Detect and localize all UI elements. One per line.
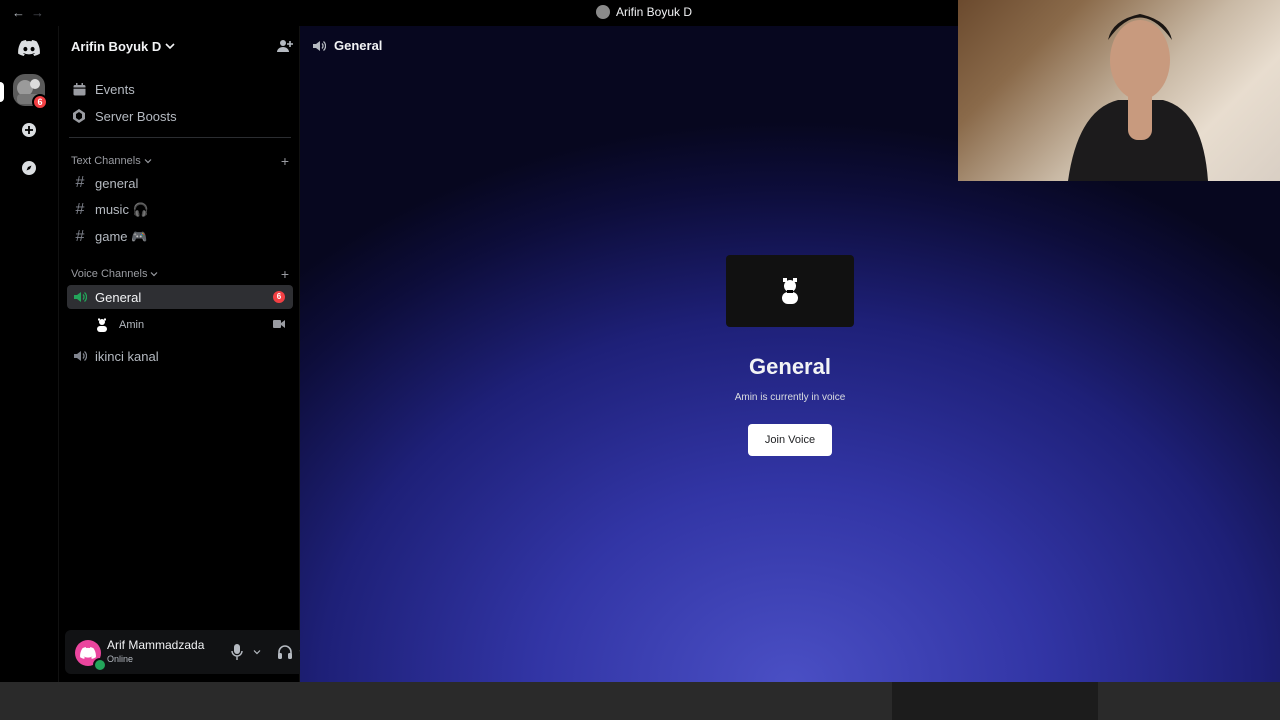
create-channel-plus-icon[interactable]: + [281, 266, 289, 282]
category-text-channels[interactable]: Text Channels + [71, 153, 289, 169]
sidebar-item-label: Events [95, 81, 135, 97]
hashtag-icon: # [75, 174, 85, 191]
channel-label: general [95, 175, 139, 191]
active-server-indicator [0, 82, 4, 102]
chevron-down-icon [144, 159, 152, 164]
camera-icon [273, 320, 285, 328]
webcam-overlay [958, 0, 1280, 181]
channel-label: General [95, 289, 142, 305]
server-rail: 6 [0, 26, 58, 682]
discord-home-icon[interactable] [13, 32, 45, 64]
hashtag-icon: # [75, 228, 85, 245]
microphone-icon[interactable] [231, 642, 243, 662]
channel-header: General [312, 38, 382, 53]
join-voice-button[interactable]: Join Voice [748, 424, 832, 456]
window-title: Arifin Boyuk D [596, 5, 692, 19]
voice-channel-ikinci-kanal[interactable]: ikinci kanal [67, 344, 293, 368]
sidebar-item-events[interactable]: Events [67, 77, 293, 101]
speaker-icon [73, 349, 87, 363]
channel-label: music 🎧 [95, 202, 149, 217]
online-status-dot [93, 658, 107, 672]
user-status: Online [107, 654, 134, 664]
hashtag-icon: # [75, 201, 85, 218]
sidebar-item-label: Server Boosts [95, 108, 177, 124]
create-channel-plus-icon[interactable]: + [281, 153, 289, 169]
invite-people-icon[interactable] [277, 38, 293, 54]
forward-arrow-icon[interactable]: → [31, 5, 50, 20]
speaker-icon [73, 290, 87, 304]
server-mention-badge: 6 [32, 94, 48, 110]
sidebar-item-server-boosts[interactable]: Server Boosts [67, 104, 293, 128]
channel-music[interactable]: # music 🎧 [67, 198, 293, 222]
add-server-icon[interactable] [13, 114, 45, 146]
member-name: Amin [119, 319, 145, 331]
bottom-bar-shadow [892, 682, 1098, 720]
channel-label: ikinci kanal [95, 348, 159, 364]
voice-subtitle: Amin is currently in voice [734, 392, 846, 403]
chevron-down-icon[interactable] [253, 642, 261, 662]
channel-sidebar: Arifin Boyuk D Events Server Boosts Text… [58, 26, 353, 682]
server-icon[interactable]: 6 [13, 74, 48, 110]
avatar [782, 278, 798, 304]
window-title-text: Arifin Boyuk D [616, 5, 693, 19]
server-avatar-icon [596, 5, 610, 19]
calendar-icon [71, 82, 87, 96]
webcam-person-image [1068, 14, 1208, 181]
headphones-icon[interactable] [277, 642, 293, 662]
channel-header-title: General [334, 38, 383, 53]
sidebar-divider [69, 137, 291, 138]
category-voice-channels[interactable]: Voice Channels + [71, 266, 289, 282]
user-name[interactable]: Arif Mammadzada [107, 638, 204, 652]
channel-general[interactable]: # general [67, 171, 293, 195]
server-name-text: Arifin Boyuk D [71, 38, 162, 54]
server-name[interactable]: Arifin Boyuk D [71, 39, 175, 54]
speaker-icon [313, 40, 326, 51]
back-arrow-icon[interactable]: ← [12, 5, 31, 20]
server-header[interactable]: Arifin Boyuk D [71, 38, 293, 54]
category-label: Voice Channels [71, 268, 148, 280]
bottom-bar [0, 682, 1280, 720]
explore-icon[interactable] [13, 152, 45, 184]
voice-title: General [749, 354, 831, 379]
category-label: Text Channels [71, 155, 141, 167]
chevron-down-icon [151, 272, 158, 277]
avatar [95, 318, 109, 332]
chevron-down-icon [165, 43, 175, 50]
channel-game[interactable]: # game 🎮 [67, 225, 293, 249]
voice-member-amin[interactable]: Amin [95, 315, 293, 335]
voice-participant-tile[interactable] [726, 255, 854, 327]
channel-label: game 🎮 [95, 229, 148, 244]
boost-icon [71, 109, 87, 123]
voice-channel-general[interactable]: General 6 [67, 285, 293, 309]
voice-count-badge: 6 [273, 291, 285, 303]
history-nav: ←→ [12, 5, 50, 20]
